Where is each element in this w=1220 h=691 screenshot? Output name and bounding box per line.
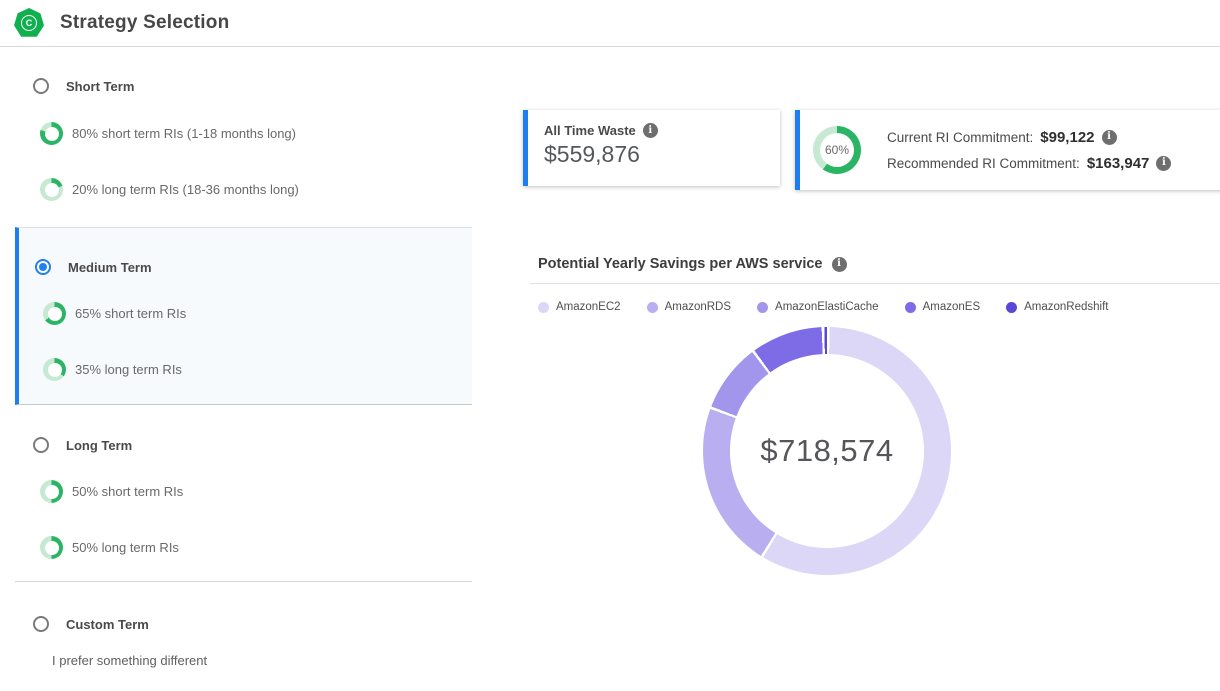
logo-c-icon [21, 15, 37, 31]
legend-item-amazonrds[interactable]: AmazonRDS [647, 301, 731, 313]
allocation-row: 50% long term RIs [15, 536, 472, 559]
radio-medium-term[interactable] [35, 259, 51, 275]
current-commitment-row: Current RI Commitment: $99,122 [887, 129, 1171, 146]
legend-dot [647, 302, 658, 313]
allocation-donut-icon [43, 358, 66, 381]
allocation-donut-icon [40, 178, 63, 201]
allocation-label: 50% short term RIs [72, 484, 183, 499]
commitment-gauge: 60% [813, 126, 861, 174]
recommended-commitment-row: Recommended RI Commitment: $163,947 [887, 155, 1171, 172]
legend-label: AmazonRedshift [1024, 301, 1108, 313]
commitment-gauge-label: 60% [813, 126, 861, 174]
brand-logo-icon [14, 8, 44, 38]
chart-legend: AmazonEC2 AmazonRDS AmazonElastiCache Am… [538, 301, 1109, 313]
chart-title: Potential Yearly Savings per AWS service [538, 256, 823, 272]
option-label: Custom Term [66, 617, 149, 632]
strategy-options-panel: Short Term 80% short term RIs (1-18 mont… [15, 47, 472, 691]
allocation-donut-icon [40, 122, 63, 145]
allocation-label: 65% short term RIs [75, 306, 186, 321]
all-time-waste-title: All Time Waste [544, 123, 636, 138]
allocation-row: 35% long term RIs [19, 358, 472, 381]
allocation-label: 80% short term RIs (1-18 months long) [72, 126, 296, 141]
allocation-label: 35% long term RIs [75, 362, 182, 377]
legend-item-amazonec2[interactable]: AmazonEC2 [538, 301, 621, 313]
option-label: Medium Term [68, 260, 152, 275]
current-commitment-label: Current RI Commitment: [887, 130, 1033, 145]
ri-commitment-card: 60% Current RI Commitment: $99,122 Recom… [795, 110, 1220, 190]
option-long-term[interactable]: Long Term 50% short term RIs 50% long te… [15, 437, 472, 559]
savings-total-value: $718,574 [703, 327, 951, 575]
option-header[interactable]: Medium Term [19, 259, 472, 275]
chart-header: Potential Yearly Savings per AWS service [538, 256, 847, 272]
info-icon[interactable] [643, 123, 658, 138]
option-custom-term[interactable]: Custom Term I prefer something different [15, 616, 472, 668]
allocation-donut-icon [43, 302, 66, 325]
chart-divider [530, 283, 1220, 284]
option-medium-term[interactable]: Medium Term 65% short term RIs 35% long … [15, 227, 472, 405]
page-title: Strategy Selection [60, 12, 229, 34]
option-header[interactable]: Short Term [15, 78, 472, 94]
legend-dot [538, 302, 549, 313]
legend-dot [757, 302, 768, 313]
info-icon[interactable] [1102, 130, 1117, 145]
option-label: Short Term [66, 79, 134, 94]
allocation-label: 50% long term RIs [72, 540, 179, 555]
radio-custom-term[interactable] [33, 616, 49, 632]
info-icon[interactable] [1156, 156, 1171, 171]
allocation-label: 20% long term RIs (18-36 months long) [72, 182, 299, 197]
legend-dot [905, 302, 916, 313]
option-header[interactable]: Custom Term [15, 616, 472, 632]
info-icon[interactable] [832, 257, 847, 272]
option-header[interactable]: Long Term [15, 437, 472, 453]
legend-label: AmazonEC2 [556, 301, 621, 313]
all-time-waste-card: All Time Waste $559,876 [523, 110, 780, 186]
option-short-term[interactable]: Short Term 80% short term RIs (1-18 mont… [15, 78, 472, 201]
all-time-waste-value: $559,876 [544, 141, 764, 168]
legend-label: AmazonES [923, 301, 981, 313]
custom-term-note: I prefer something different [15, 653, 472, 668]
recommended-commitment-label: Recommended RI Commitment: [887, 156, 1080, 171]
legend-item-amazonelasticache[interactable]: AmazonElastiCache [757, 301, 879, 313]
recommended-commitment-value: $163,947 [1087, 155, 1150, 172]
savings-donut-chart: $718,574 [703, 327, 951, 575]
section-divider [15, 581, 472, 582]
legend-item-amazonredshift[interactable]: AmazonRedshift [1006, 301, 1108, 313]
current-commitment-value: $99,122 [1040, 129, 1094, 146]
allocation-row: 20% long term RIs (18-36 months long) [15, 178, 472, 201]
allocation-row: 50% short term RIs [15, 480, 472, 503]
option-label: Long Term [66, 438, 132, 453]
legend-dot [1006, 302, 1017, 313]
radio-short-term[interactable] [33, 78, 49, 94]
legend-item-amazones[interactable]: AmazonES [905, 301, 981, 313]
legend-label: AmazonRDS [665, 301, 731, 313]
app-header: Strategy Selection [0, 0, 1220, 47]
radio-long-term[interactable] [33, 437, 49, 453]
allocation-row: 65% short term RIs [19, 302, 472, 325]
allocation-row: 80% short term RIs (1-18 months long) [15, 122, 472, 145]
legend-label: AmazonElastiCache [775, 301, 879, 313]
allocation-donut-icon [40, 536, 63, 559]
allocation-donut-icon [40, 480, 63, 503]
